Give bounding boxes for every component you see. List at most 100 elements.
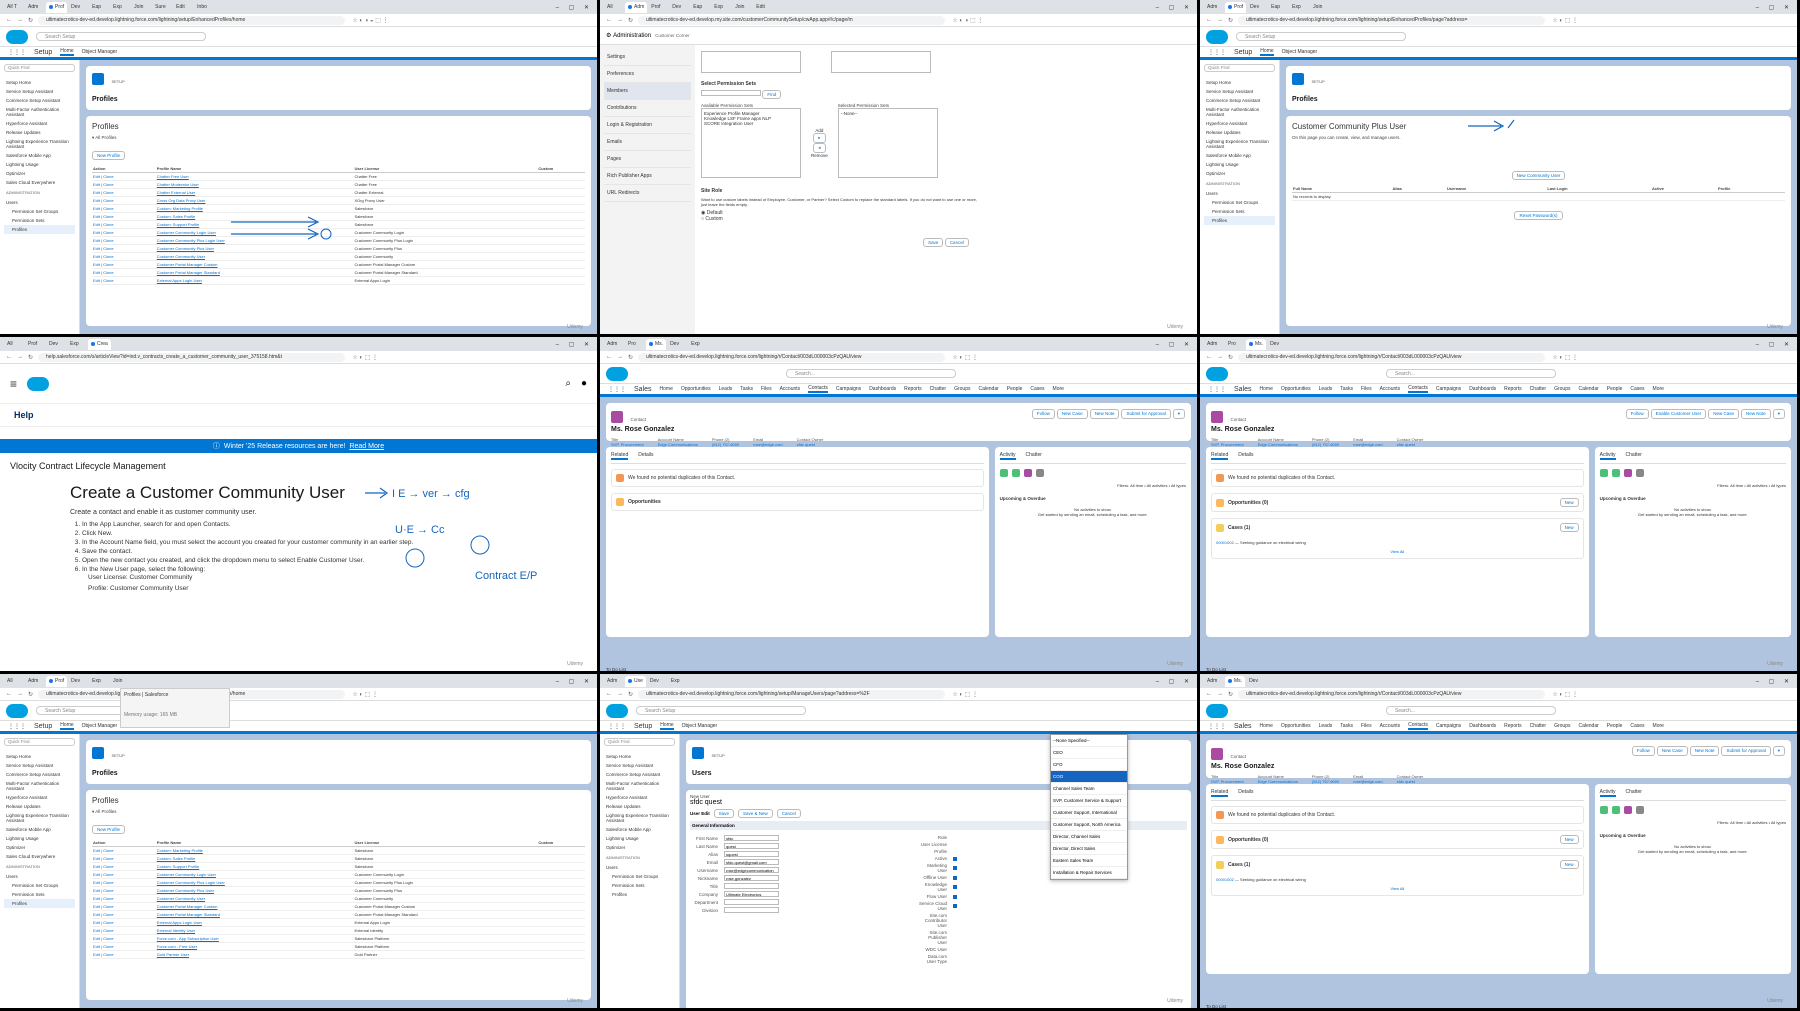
browser-tab[interactable]: Adm (1204, 676, 1224, 687)
nav-tab[interactable]: Tasks (1340, 723, 1353, 729)
task-icon[interactable] (1611, 469, 1620, 477)
profile-name-link[interactable]: Chatter Free User (157, 174, 189, 179)
new-case-button[interactable]: New (1559, 860, 1579, 869)
sidebar-item[interactable]: Release Updates (1204, 128, 1275, 137)
back-icon[interactable]: ← (6, 354, 12, 360)
add-button[interactable]: ▸ (813, 133, 826, 143)
reload-icon[interactable]: ↻ (1228, 691, 1233, 698)
reload-icon[interactable]: ↻ (28, 17, 33, 24)
new-community-user-button[interactable]: New Community User (1511, 171, 1566, 180)
nav-tab[interactable]: Opportunities (1281, 723, 1311, 729)
role-option[interactable]: --None Specified-- (1051, 735, 1127, 747)
form-input[interactable]: rose@edgecommunication (724, 867, 779, 873)
reload-icon[interactable]: ↻ (28, 354, 33, 361)
row-actions[interactable]: Edit | Clone (92, 902, 156, 911)
browser-tab[interactable]: Pro (1225, 339, 1245, 350)
browser-tab[interactable]: Exp (711, 2, 731, 13)
profile-name-link[interactable]: Custom: Sales Profile (157, 214, 195, 219)
forward-icon[interactable]: → (1217, 691, 1223, 697)
nav-tab[interactable]: Tasks (1340, 386, 1353, 392)
nav-home[interactable]: Home (60, 48, 74, 56)
nav-tab[interactable]: Files (761, 386, 772, 392)
sidebar-subitem-profiles[interactable]: Profiles (1204, 216, 1275, 225)
sidebar-subitem[interactable]: Permission Set Groups (4, 881, 75, 890)
tab-chatter[interactable]: Chatter (1626, 789, 1642, 797)
extension-icons[interactable]: ☆ ◐ ⬚ ⋮ (1552, 691, 1578, 698)
action-button[interactable]: Follow (1031, 409, 1055, 419)
nav-tab[interactable]: Reports (904, 386, 922, 392)
nav-tab[interactable]: Files (1361, 723, 1372, 729)
reload-icon[interactable]: ↻ (28, 691, 33, 698)
admin-menu-item[interactable]: Login & Registration (604, 117, 691, 134)
setup-search-input[interactable]: Search Setup (1236, 32, 1406, 41)
browser-tab[interactable]: Exp (110, 2, 130, 13)
reload-icon[interactable]: ↻ (1228, 354, 1233, 361)
app-launcher-icon[interactable]: ⋮⋮⋮ (608, 386, 626, 393)
extension-icons[interactable]: ☆ ◐ ⬚ ⋮ (952, 691, 978, 698)
app-launcher-icon[interactable]: ⋮⋮⋮ (608, 723, 626, 730)
window-controls[interactable]: – ▢ ✕ (1756, 341, 1793, 348)
sidebar-item[interactable]: Hyperforce Assistant (4, 793, 75, 802)
profile-name-link[interactable]: Customer Community Login User (157, 230, 216, 235)
extension-icons[interactable]: ☆ ◐ ⬚ ⋮ (1552, 354, 1578, 361)
col-header[interactable]: User License (353, 165, 538, 173)
salesforce-logo[interactable] (27, 376, 50, 391)
remove-button[interactable]: ◂ (813, 143, 826, 153)
col-header[interactable]: Profile (1716, 185, 1785, 193)
sidebar-item[interactable]: Optimizer (604, 843, 675, 852)
nav-tab[interactable]: Contacts (808, 385, 828, 393)
browser-tab-active[interactable]: Prof (46, 1, 68, 13)
salesforce-logo[interactable] (606, 703, 628, 718)
row-actions[interactable]: Edit | Clone (92, 172, 156, 181)
browser-tab[interactable]: Inbo (194, 2, 214, 13)
admin-menu-item[interactable]: Emails (604, 134, 691, 151)
extension-icons[interactable]: ☆ ◐ ◑ ◒ ⬚ ⋮ (352, 17, 388, 24)
admin-menu-item[interactable]: Members (604, 83, 691, 100)
row-actions[interactable]: Edit | Clone (92, 204, 156, 213)
sidebar-item[interactable]: Lightning Experience Transition Assistan… (4, 137, 75, 151)
profile-name-link[interactable]: Customer Community Plus Login User (157, 238, 225, 243)
sidebar-subitem[interactable]: Permission Sets (604, 881, 675, 890)
form-input[interactable] (724, 907, 779, 913)
nav-tab[interactable]: More (1053, 386, 1064, 392)
reload-icon[interactable]: ↻ (628, 691, 633, 698)
window-controls[interactable]: – ▢ ✕ (1156, 341, 1193, 348)
profile-name-link[interactable]: Customer Community Plus User (157, 246, 214, 251)
row-actions[interactable]: Edit | Clone (92, 260, 156, 269)
browser-tab[interactable]: Pro (625, 339, 645, 350)
profile-name-link[interactable]: Customer Community User (157, 896, 205, 901)
nav-home[interactable]: Home (60, 722, 74, 730)
tab-details[interactable]: Details (1238, 789, 1253, 797)
sidebar-item[interactable]: Setup Home (4, 78, 75, 87)
new-opportunity-button[interactable]: New (1559, 498, 1579, 507)
back-icon[interactable]: ← (6, 17, 12, 23)
checkbox[interactable] (953, 856, 957, 861)
back-icon[interactable]: ← (1206, 691, 1212, 697)
nav-tab[interactable]: Contacts (1408, 722, 1428, 730)
admin-menu-item[interactable]: Rich Publisher Apps (604, 168, 691, 185)
log-call-icon[interactable] (1035, 469, 1044, 477)
setup-search-input[interactable]: Search Setup (636, 706, 806, 715)
forward-icon[interactable]: → (17, 691, 23, 697)
nav-tab[interactable]: Calendar (1578, 386, 1598, 392)
nav-tab[interactable]: Chatter (1530, 386, 1546, 392)
utility-todo[interactable]: To Do List (1206, 1004, 1226, 1008)
nav-tab[interactable]: Accounts (780, 386, 801, 392)
row-actions[interactable]: Edit | Clone (92, 188, 156, 197)
browser-tab[interactable]: Dev (667, 339, 687, 350)
nav-tab[interactable]: Leads (1319, 723, 1333, 729)
profile-name-link[interactable]: Gold Partner User (157, 952, 189, 957)
nav-tab[interactable]: Dashboards (1469, 723, 1496, 729)
row-actions[interactable]: Edit | Clone (92, 878, 156, 887)
tab-related[interactable]: Related (611, 452, 629, 460)
action-button[interactable]: Submit for Approval (1121, 409, 1171, 419)
salesforce-logo[interactable] (1206, 366, 1228, 381)
reload-icon[interactable]: ↻ (628, 354, 633, 361)
admin-menu-item[interactable]: Contributions (604, 100, 691, 117)
nav-object-manager[interactable]: Object Manager (82, 49, 118, 55)
sidebar-item-users[interactable]: Users (4, 872, 75, 881)
action-button[interactable]: New Case (1656, 746, 1688, 756)
col-header[interactable]: Custom (537, 839, 585, 847)
row-actions[interactable]: Edit | Clone (92, 212, 156, 221)
tab-details[interactable]: Details (638, 452, 653, 460)
